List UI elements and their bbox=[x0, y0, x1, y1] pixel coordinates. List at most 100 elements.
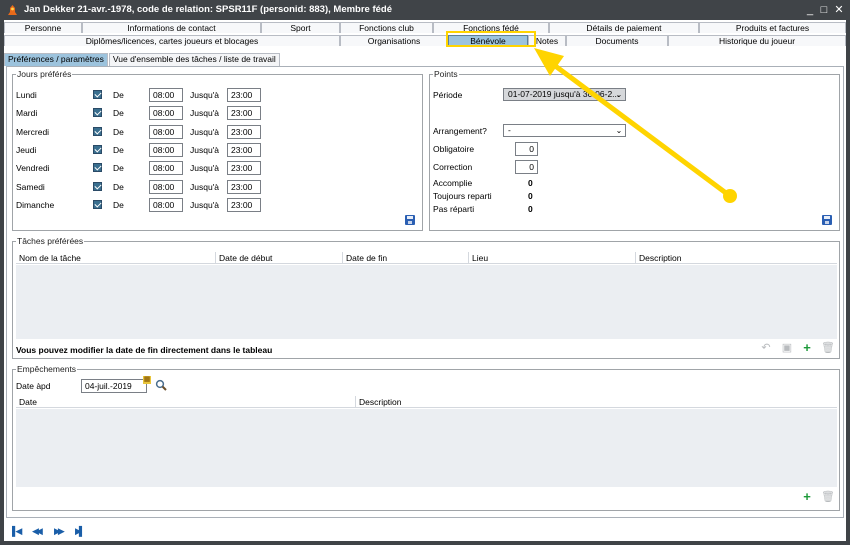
title-bar: Jan Dekker 21-avr.-1978, code de relatio… bbox=[0, 0, 850, 20]
tab-benevole[interactable]: Bénévole bbox=[448, 35, 528, 46]
to-time-field[interactable]: 23:00 bbox=[227, 142, 261, 157]
app-icon bbox=[8, 5, 17, 15]
tab-fonctions-fede[interactable]: Fonctions fédé bbox=[433, 22, 549, 33]
to-time-field[interactable]: 23:00 bbox=[227, 197, 261, 212]
pointer-arrow bbox=[534, 48, 737, 203]
taches-note: Vous pouvez modifier la date de fin dire… bbox=[16, 345, 273, 355]
from-time-field[interactable]: 08:00 bbox=[149, 179, 183, 194]
delete-icon[interactable]: 🗑 bbox=[821, 491, 835, 503]
taches-preferees-group: Tâches préférées Nom de la tâche Date de… bbox=[12, 236, 840, 359]
delete-icon[interactable]: 🗑 bbox=[821, 342, 835, 354]
to-label: Jusqu'à bbox=[190, 108, 220, 119]
from-label: De bbox=[113, 199, 124, 210]
taches-title: Tâches préférées bbox=[16, 236, 85, 247]
obligatoire-label: Obligatoire bbox=[433, 144, 475, 154]
day-row: Samedi De 08:00 Jusqu'à 23:00 bbox=[13, 179, 273, 194]
last-record-icon[interactable]: ▶▌ bbox=[75, 526, 87, 536]
to-time-field[interactable]: 23:00 bbox=[227, 161, 261, 176]
col-date-fin[interactable]: Date de fin bbox=[342, 252, 387, 264]
tab-sport[interactable]: Sport bbox=[261, 22, 340, 33]
from-label: De bbox=[113, 126, 124, 137]
from-time-field[interactable]: 08:00 bbox=[149, 142, 183, 157]
calendar-icon[interactable]: ▦ bbox=[143, 376, 151, 384]
search-icon[interactable] bbox=[155, 379, 167, 391]
from-time-field[interactable]: 08:00 bbox=[149, 124, 183, 139]
from-label: De bbox=[113, 163, 124, 174]
tab-fonctions-club[interactable]: Fonctions club bbox=[340, 22, 433, 33]
col-date[interactable]: Date bbox=[16, 396, 37, 408]
to-time-field[interactable]: 23:00 bbox=[227, 124, 261, 139]
tab-produits[interactable]: Produits et factures bbox=[699, 22, 846, 33]
tab-diplomes[interactable]: Diplômes/licences, cartes joueurs et blo… bbox=[4, 35, 340, 46]
col-nom-tache[interactable]: Nom de la tâche bbox=[16, 252, 81, 264]
first-record-icon[interactable]: ▌◀ bbox=[12, 526, 24, 536]
minimize-button[interactable]: _ bbox=[803, 0, 817, 20]
from-time-field[interactable]: 08:00 bbox=[149, 197, 183, 212]
col-date-debut[interactable]: Date de début bbox=[215, 252, 272, 264]
taches-table-body[interactable] bbox=[16, 265, 837, 339]
from-label: De bbox=[113, 144, 124, 155]
col-description[interactable]: Description bbox=[355, 396, 402, 408]
save-icon[interactable]: ▣ bbox=[781, 342, 793, 354]
toujours-reparti-label: Toujours reparti bbox=[433, 191, 492, 201]
tab-row-main: Personne Informations de contact Sport F… bbox=[4, 22, 846, 33]
from-time-field[interactable]: 08:00 bbox=[149, 106, 183, 121]
points-title: Points bbox=[433, 69, 459, 80]
day-checkbox[interactable] bbox=[93, 126, 102, 136]
day-row: Jeudi De 08:00 Jusqu'à 23:00 bbox=[13, 142, 273, 157]
day-row: Dimanche De 08:00 Jusqu'à 23:00 bbox=[13, 197, 273, 212]
to-label: Jusqu'à bbox=[190, 199, 220, 210]
add-icon[interactable]: + bbox=[801, 490, 813, 503]
day-checkbox[interactable] bbox=[93, 90, 102, 99]
save-days-icon[interactable] bbox=[405, 215, 415, 225]
day-name: Dimanche bbox=[16, 199, 55, 210]
from-label: De bbox=[113, 108, 124, 119]
to-label: Jusqu'à bbox=[190, 163, 220, 174]
subtab-vue-ensemble[interactable]: Vue d'ensemble des tâches / liste de tra… bbox=[108, 53, 280, 66]
close-button[interactable]: ✕ bbox=[832, 0, 846, 20]
col-lieu[interactable]: Lieu bbox=[468, 252, 488, 264]
previous-record-icon[interactable]: ◀◀ bbox=[32, 526, 44, 536]
day-row: Lundi De 08:00 Jusqu'à 23:00 bbox=[13, 88, 273, 102]
accomplie-label: Accomplie bbox=[433, 178, 473, 188]
to-time-field[interactable]: 23:00 bbox=[227, 106, 261, 121]
undo-icon[interactable]: ↶ bbox=[760, 342, 772, 354]
from-label: De bbox=[113, 181, 124, 192]
add-icon[interactable]: + bbox=[801, 341, 813, 354]
periode-label: Période bbox=[433, 90, 463, 100]
tab-personne[interactable]: Personne bbox=[4, 22, 82, 33]
to-label: Jusqu'à bbox=[190, 181, 220, 192]
tab-paiement[interactable]: Détails de paiement bbox=[549, 22, 699, 33]
to-time-field[interactable]: 23:00 bbox=[227, 88, 261, 102]
pas-reparti-label: Pas réparti bbox=[433, 204, 475, 214]
next-record-icon[interactable]: ▶▶ bbox=[54, 526, 66, 536]
subtab-row: Préférences / paramètres Vue d'ensemble … bbox=[4, 53, 281, 66]
day-checkbox[interactable] bbox=[93, 181, 102, 191]
save-points-icon[interactable] bbox=[822, 215, 832, 225]
window-title: Jan Dekker 21-avr.-1978, code de relatio… bbox=[24, 4, 393, 15]
to-time-field[interactable]: 23:00 bbox=[227, 179, 261, 194]
col-description[interactable]: Description bbox=[635, 252, 682, 264]
day-checkbox[interactable] bbox=[93, 144, 102, 154]
tab-organisations[interactable]: Organisations bbox=[340, 35, 448, 46]
day-checkbox[interactable] bbox=[93, 163, 102, 173]
tab-contact[interactable]: Informations de contact bbox=[82, 22, 261, 33]
from-time-field[interactable]: 08:00 bbox=[149, 161, 183, 176]
day-name: Lundi bbox=[16, 90, 37, 100]
from-time-field[interactable]: 08:00 bbox=[149, 88, 183, 102]
day-checkbox[interactable] bbox=[93, 199, 102, 209]
jours-preferes-title: Jours préférés bbox=[16, 69, 73, 80]
empechements-table-body[interactable] bbox=[16, 409, 837, 487]
date-apd-field[interactable]: 04-juil.-2019 bbox=[81, 379, 147, 393]
day-row: Vendredi De 08:00 Jusqu'à 23:00 bbox=[13, 161, 273, 176]
empechements-table-header: Date Description bbox=[16, 396, 837, 408]
day-checkbox[interactable] bbox=[93, 108, 102, 118]
subtab-preferences[interactable]: Préférences / paramètres bbox=[4, 53, 108, 66]
arrangement-label: Arrangement? bbox=[433, 126, 487, 136]
empechements-group: Empêchements Date àpd 04-juil.-2019 ▦ Da… bbox=[12, 364, 840, 511]
day-row: Mercredi De 08:00 Jusqu'à 23:00 bbox=[13, 124, 273, 139]
to-label: Jusqu'à bbox=[190, 144, 220, 155]
day-name: Mercredi bbox=[16, 126, 50, 137]
empechements-title: Empêchements bbox=[16, 364, 78, 375]
maximize-button[interactable]: □ bbox=[817, 0, 831, 20]
